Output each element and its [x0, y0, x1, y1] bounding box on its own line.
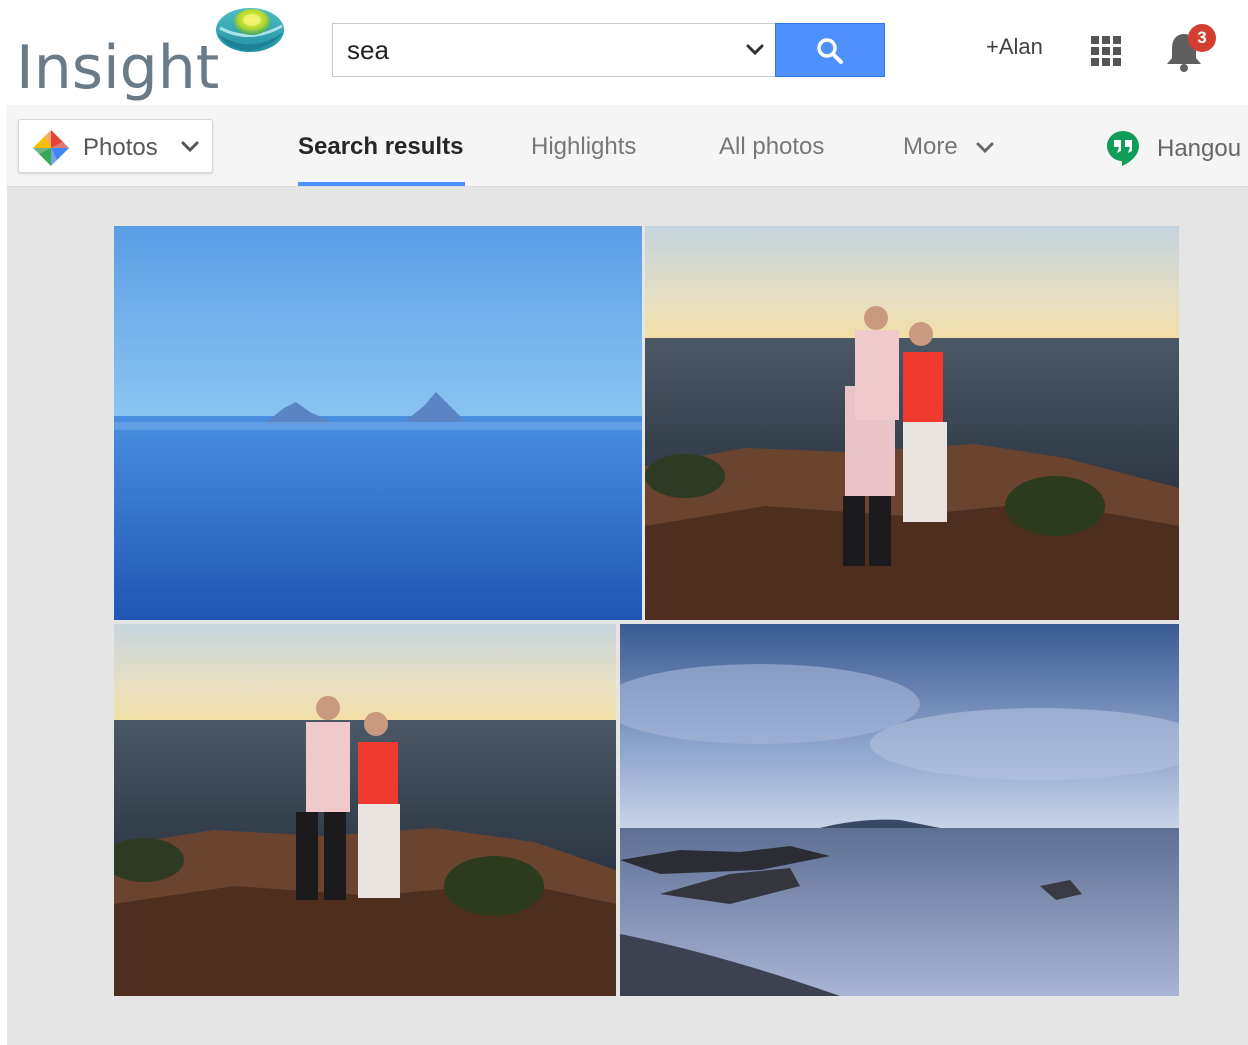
hangouts-link[interactable]: Hangou [1157, 135, 1241, 163]
chevron-down-icon[interactable] [744, 39, 766, 61]
search-box [332, 23, 776, 77]
hangouts-icon[interactable] [1105, 129, 1141, 167]
user-profile-link[interactable]: +Alan [986, 34, 1043, 60]
tab-highlights[interactable]: Highlights [531, 133, 636, 161]
photo-result-1[interactable] [114, 226, 642, 620]
logo-text: Insight [16, 33, 220, 103]
chevron-down-icon[interactable] [976, 141, 994, 155]
photo-4-image [620, 624, 1179, 996]
photo-result-4[interactable] [620, 624, 1179, 996]
photo-3-image [114, 624, 616, 996]
tab-more[interactable]: More [903, 133, 958, 161]
photo-result-3[interactable] [114, 624, 616, 996]
apps-grid-icon[interactable] [1090, 35, 1122, 67]
photo-1-image [114, 226, 642, 620]
notification-count-badge: 3 [1188, 24, 1216, 52]
insight-logo[interactable]: Insight [14, 8, 294, 104]
chevron-down-icon [181, 141, 199, 153]
photo-result-2[interactable] [645, 226, 1179, 620]
search-button[interactable] [775, 23, 885, 77]
photos-pinwheel-icon [33, 130, 69, 166]
search-input[interactable] [347, 32, 727, 68]
sub-navigation: Photos Search results Highlights All pho… [7, 105, 1248, 187]
app-switcher-button[interactable]: Photos [18, 119, 213, 173]
search-icon [817, 38, 843, 64]
tab-search-results[interactable]: Search results [298, 133, 463, 161]
app-switcher-label: Photos [83, 134, 158, 161]
tab-all-photos[interactable]: All photos [719, 133, 824, 161]
search-results-area [7, 187, 1248, 1045]
logo-mark-icon [216, 8, 284, 52]
photo-2-image [645, 226, 1179, 620]
top-bar: Insight sea +Alan 3 [0, 0, 1248, 105]
active-tab-indicator [298, 182, 465, 186]
